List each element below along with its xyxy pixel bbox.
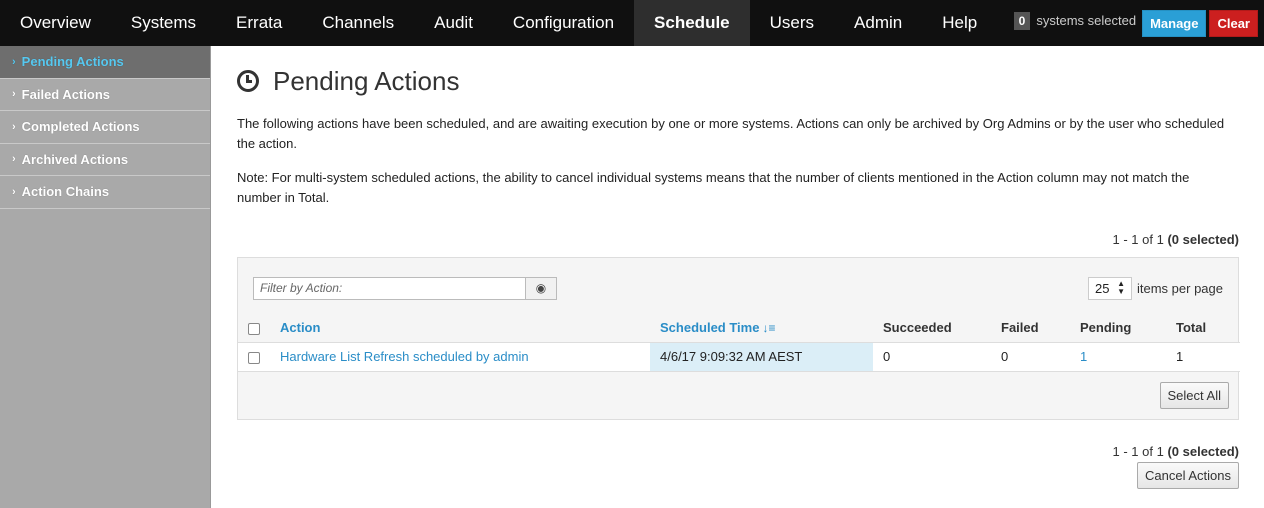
filter-row: Filter by Action: ◉ 25 ▲ ▼ items per page	[238, 258, 1238, 300]
per-page-value: 25	[1095, 280, 1110, 296]
main-content: Pending Actions The following actions ha…	[237, 46, 1240, 489]
failed-cell: 0	[991, 342, 1070, 372]
pending-link[interactable]: 1	[1070, 342, 1166, 372]
row-checkbox[interactable]	[248, 351, 260, 364]
sidebar-item-label: Failed Actions	[21, 86, 111, 102]
sidebar: › Pending Actions › Failed Actions › Com…	[0, 46, 211, 508]
col-action[interactable]: Action	[270, 314, 650, 343]
sidebar-item-action-chains[interactable]: › Action Chains	[0, 176, 210, 209]
per-page-select[interactable]: 25 ▲ ▼	[1088, 276, 1132, 300]
nav-channels[interactable]: Channels	[302, 0, 414, 46]
chevron-right-icon: ›	[12, 153, 16, 166]
col-failed: Failed	[991, 314, 1070, 343]
chevron-right-icon: ›	[12, 88, 16, 101]
select-all-checkbox[interactable]	[248, 322, 260, 335]
action-link[interactable]: Hardware List Refresh scheduled by admin	[270, 342, 650, 372]
pager-selected: (0 selected)	[1167, 443, 1239, 459]
top-nav: Overview Systems Errata Channels Audit C…	[0, 0, 1264, 46]
sidebar-item-archived-actions[interactable]: › Archived Actions	[0, 144, 210, 176]
pager-top: 1 - 1 of 1 (0 selected)	[237, 232, 1239, 247]
pager-range: 1 - 1 of 1	[1112, 443, 1164, 459]
nav-systems[interactable]: Systems	[111, 0, 216, 46]
sidebar-item-label: Action Chains	[21, 184, 110, 200]
succeeded-cell: 0	[873, 342, 991, 372]
page-note: Note: For multi-system scheduled actions…	[237, 170, 1190, 205]
systems-selected-label: systems selected	[1036, 13, 1137, 28]
systems-selected-count: 0	[1013, 12, 1031, 30]
chevron-right-icon: ›	[12, 185, 16, 198]
clear-button[interactable]: Clear	[1209, 10, 1258, 37]
nav-users[interactable]: Users	[750, 0, 834, 46]
page-description: The following actions have been schedule…	[237, 116, 1225, 151]
page-header: Pending Actions	[237, 66, 1239, 96]
total-cell: 1	[1166, 342, 1240, 372]
col-scheduled-time[interactable]: Scheduled Time ↓≡	[650, 314, 873, 343]
col-scheduled-time-label: Scheduled Time	[660, 320, 760, 336]
sort-descending-icon: ↓≡	[762, 321, 776, 336]
table-header-row: Action Scheduled Time ↓≡ Succeeded Failed…	[238, 314, 1240, 343]
cancel-actions-button[interactable]: Cancel Actions	[1137, 461, 1239, 489]
actions-table: Action Scheduled Time ↓≡ Succeeded Failed…	[238, 314, 1240, 372]
nav-audit[interactable]: Audit	[414, 0, 493, 46]
select-all-button[interactable]: Select All	[1159, 381, 1229, 409]
cancel-row: Cancel Actions	[237, 461, 1239, 489]
nav-schedule[interactable]: Schedule	[634, 0, 750, 46]
col-total: Total	[1166, 314, 1240, 343]
table-row: Hardware List Refresh scheduled by admin…	[238, 342, 1240, 372]
col-succeeded: Succeeded	[873, 314, 991, 343]
actions-panel: Filter by Action: ◉ 25 ▲ ▼ items per page…	[237, 257, 1240, 420]
nav-overview[interactable]: Overview	[0, 0, 111, 46]
nav-help[interactable]: Help	[922, 0, 997, 46]
page-title: Pending Actions	[273, 65, 460, 96]
pager-bottom: 1 - 1 of 1 (0 selected)	[237, 444, 1239, 459]
per-page-control: 25 ▲ ▼ items per page	[1088, 276, 1223, 300]
updown-arrow-icon: ▲ ▼	[1117, 279, 1125, 296]
clock-icon	[237, 70, 259, 92]
nav-configuration[interactable]: Configuration	[493, 0, 634, 46]
manage-button[interactable]: Manage	[1142, 10, 1207, 37]
sidebar-item-label: Completed Actions	[21, 119, 140, 135]
select-all-header	[238, 314, 270, 343]
filter-button[interactable]: ◉	[526, 276, 557, 300]
row-select-cell	[238, 342, 270, 372]
chevron-right-icon: ›	[12, 55, 16, 68]
eye-icon: ◉	[535, 281, 547, 295]
filter-input[interactable]: Filter by Action:	[253, 276, 526, 300]
sidebar-item-completed-actions[interactable]: › Completed Actions	[0, 111, 210, 144]
pager-range: 1 - 1 of 1	[1112, 232, 1164, 247]
sidebar-item-label: Pending Actions	[21, 54, 124, 70]
scheduled-time-cell: 4/6/17 9:09:32 AM AEST	[650, 342, 873, 372]
ssm-controls: 0 systems selected Manage Clear	[1013, 0, 1264, 46]
col-pending: Pending	[1070, 314, 1166, 343]
pager-selected: (0 selected)	[1167, 232, 1239, 247]
nav-errata[interactable]: Errata	[216, 0, 302, 46]
sidebar-item-pending-actions[interactable]: › Pending Actions	[0, 46, 210, 79]
panel-footer: Select All	[238, 372, 1238, 419]
chevron-right-icon: ›	[12, 120, 16, 133]
per-page-label: items per page	[1137, 280, 1223, 296]
nav-admin[interactable]: Admin	[834, 0, 922, 46]
sidebar-item-label: Archived Actions	[21, 151, 129, 167]
sidebar-item-failed-actions[interactable]: › Failed Actions	[0, 79, 210, 111]
